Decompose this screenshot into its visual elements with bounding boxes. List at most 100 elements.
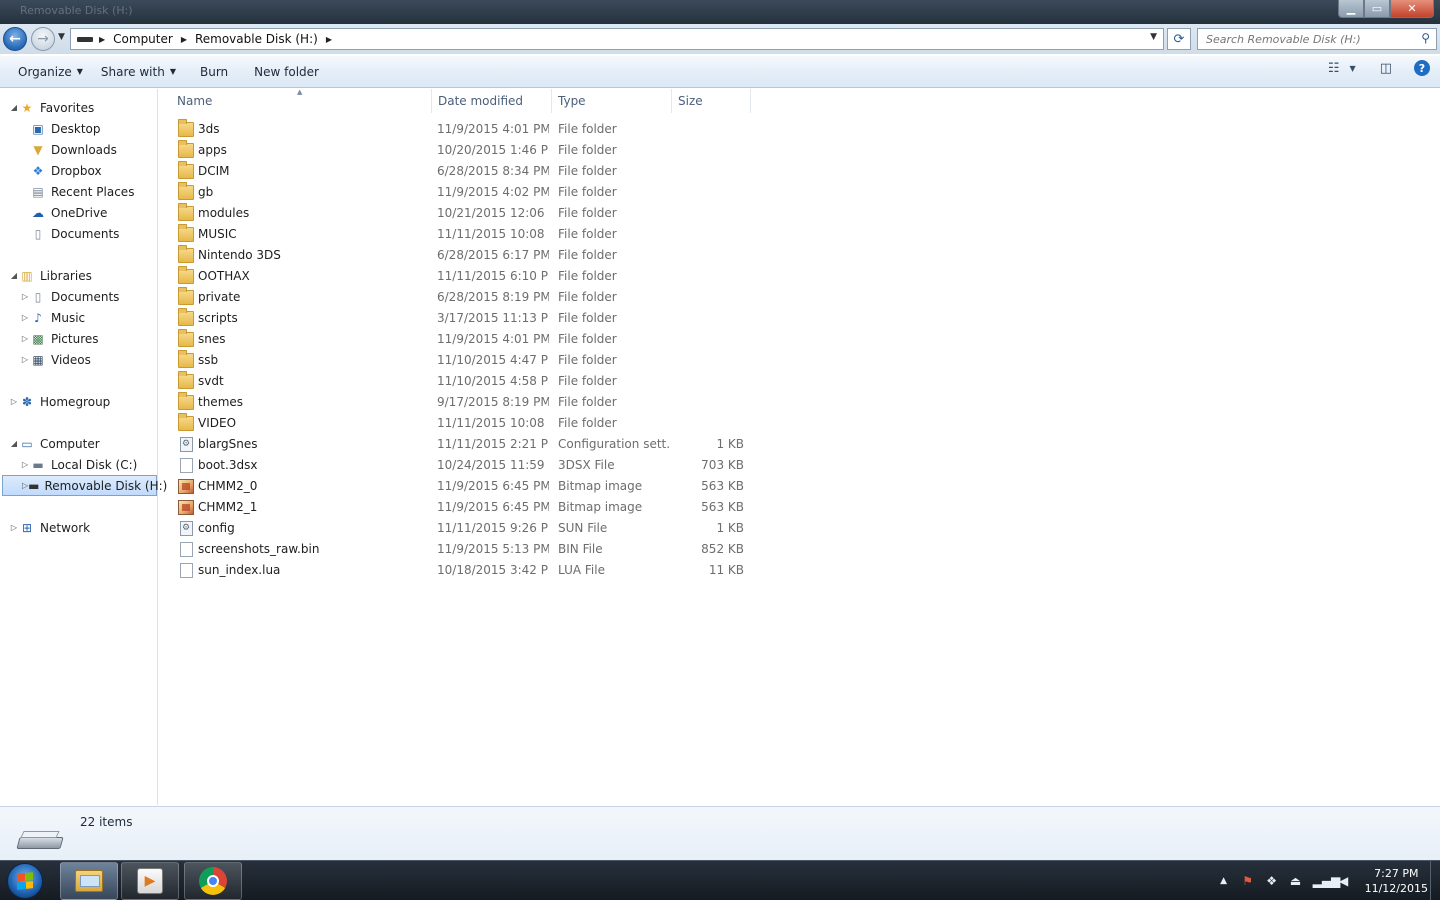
column-header-size[interactable]: Size	[672, 89, 751, 113]
file-name: ssb	[198, 353, 219, 367]
music-icon: ♪	[34, 310, 42, 325]
search-box[interactable]: ⚲	[1197, 28, 1437, 50]
file-row[interactable]: apps 10/20/2015 1:46 PM File folder	[172, 140, 752, 161]
column-header-type[interactable]: Type	[552, 89, 672, 113]
file-icon	[180, 542, 193, 557]
breadcrumb-computer[interactable]: Computer ▶	[113, 32, 195, 46]
nav-item-removable-disk-h[interactable]: ▷ ▬ Removable Disk (H:)	[2, 475, 167, 496]
nav-network[interactable]: ▷ ⊞ Network	[0, 517, 158, 538]
safely-remove-hardware-icon[interactable]: ⏏	[1289, 874, 1303, 888]
forward-button[interactable]: →	[31, 27, 55, 51]
nav-favorites[interactable]: ◢ ★ Favorites	[0, 97, 158, 118]
maximize-button[interactable]: ▭	[1364, 0, 1390, 18]
file-row[interactable]: DCIM 6/28/2015 8:34 PM File folder	[172, 161, 752, 182]
address-history-dropdown[interactable]: ▼	[1150, 32, 1157, 42]
nav-item-videos[interactable]: ▷ ▦ Videos	[0, 349, 158, 370]
collapsed-triangle-icon[interactable]: ▷	[9, 397, 19, 406]
burn-button[interactable]: Burn	[191, 60, 237, 84]
nav-libraries[interactable]: ◢ ▥ Libraries	[0, 265, 158, 286]
file-date-modified: 11/9/2015 4:02 PM	[437, 185, 549, 199]
window-title-bar[interactable]: Removable Disk (H:) ▁ ▭ ✕	[0, 0, 1440, 24]
file-row[interactable]: boot.3dsx 10/24/2015 11:59 ... 3DSX File 70…	[172, 455, 752, 476]
search-input[interactable]	[1198, 29, 1408, 49]
refresh-button[interactable]: ⟳	[1167, 28, 1191, 50]
file-row[interactable]: svdt 11/10/2015 4:58 PM File folder	[172, 371, 752, 392]
navigation-pane[interactable]: ◢ ★ Favorites ▣ Desktop ▼ Downloads ❖ Dr…	[0, 89, 167, 805]
taskbar-chrome-button[interactable]	[184, 862, 242, 900]
file-row[interactable]: blargSnes 11/11/2015 2:21 PM Configuration…	[172, 434, 752, 455]
file-row[interactable]: 3ds 11/9/2015 4:01 PM File folder	[172, 119, 752, 140]
volume-icon[interactable]: ◀	[1337, 874, 1351, 888]
file-row[interactable]: snes 11/9/2015 4:01 PM File folder	[172, 329, 752, 350]
homegroup-icon: ✽	[21, 394, 33, 409]
address-bar[interactable]: ▶ Computer ▶ Removable Disk (H:) ▶ ▼	[70, 28, 1164, 50]
expanded-triangle-icon[interactable]: ◢	[9, 439, 19, 448]
show-desktop-button[interactable]	[1430, 861, 1440, 900]
nav-item-music[interactable]: ▷ ♪ Music	[0, 307, 158, 328]
file-row[interactable]: scripts 3/17/2015 11:13 PM File folder	[172, 308, 752, 329]
nav-item-recent-places[interactable]: ▤ Recent Places	[0, 181, 158, 202]
search-icon[interactable]: ⚲	[1421, 31, 1430, 45]
onedrive-cloud-icon: ☁	[32, 205, 44, 220]
back-button[interactable]: ←	[3, 27, 27, 51]
nav-item-desktop[interactable]: ▣ Desktop	[0, 118, 158, 139]
nav-item-onedrive[interactable]: ☁ OneDrive	[0, 202, 158, 223]
taskbar-explorer-button[interactable]	[60, 862, 118, 900]
minimize-button[interactable]: ▁	[1338, 0, 1364, 18]
action-center-flag-icon[interactable]: ⚑	[1241, 874, 1255, 888]
new-folder-button[interactable]: New folder	[245, 60, 328, 84]
share-with-button[interactable]: Share with ▼	[92, 60, 185, 84]
expanded-triangle-icon[interactable]: ◢	[9, 271, 19, 280]
file-row[interactable]: screenshots_raw.bin 11/9/2015 5:13 PM BIN …	[172, 539, 752, 560]
collapsed-triangle-icon[interactable]: ▷	[20, 292, 30, 301]
file-row[interactable]: gb 11/9/2015 4:02 PM File folder	[172, 182, 752, 203]
network-signal-icon[interactable]: ▂▄▆	[1313, 874, 1341, 888]
nav-item-pictures[interactable]: ▷ ▩ Pictures	[0, 328, 158, 349]
recent-pages-dropdown[interactable]: ▼	[58, 32, 65, 42]
file-type: File folder	[558, 290, 617, 304]
clock[interactable]: 7:27 PM 11/12/2015	[1365, 866, 1428, 896]
file-name: gb	[198, 185, 214, 199]
file-row[interactable]: Nintendo 3DS 6/28/2015 6:17 PM File folder	[172, 245, 752, 266]
nav-item-downloads[interactable]: ▼ Downloads	[0, 139, 158, 160]
file-row[interactable]: MUSIC 11/11/2015 10:08 ... File folder	[172, 224, 752, 245]
start-button[interactable]	[7, 863, 43, 899]
file-row[interactable]: ssb 11/10/2015 4:47 PM File folder	[172, 350, 752, 371]
dropbox-tray-icon[interactable]: ❖	[1265, 874, 1279, 888]
file-row[interactable]: OOTHAX 11/11/2015 6:10 PM File folder	[172, 266, 752, 287]
file-row[interactable]: CHMM2_0 11/9/2015 6:45 PM Bitmap image 563 …	[172, 476, 752, 497]
change-view-icon[interactable]: ☷	[1328, 61, 1340, 76]
nav-computer[interactable]: ◢ ▭ Computer	[0, 433, 158, 454]
expanded-triangle-icon[interactable]: ◢	[9, 103, 19, 112]
column-header-date-modified[interactable]: Date modified	[432, 89, 552, 113]
organize-button[interactable]: Organize ▼	[9, 60, 92, 84]
show-hidden-icons-icon[interactable]: ▲	[1217, 876, 1231, 886]
close-button[interactable]: ✕	[1390, 0, 1434, 18]
nav-homegroup[interactable]: ▷ ✽ Homegroup	[0, 391, 158, 412]
file-row[interactable]: VIDEO 11/11/2015 10:08 ... File folder	[172, 413, 752, 434]
nav-item-local-disk-c[interactable]: ▷ ▬ Local Disk (C:)	[0, 454, 158, 475]
taskbar-media-player-button[interactable]: ▶	[121, 862, 179, 900]
file-row[interactable]: config 11/11/2015 9:26 PM SUN File 1 KB	[172, 518, 752, 539]
help-icon[interactable]: ?	[1414, 60, 1430, 76]
collapsed-triangle-icon[interactable]: ▷	[20, 334, 30, 343]
file-name: snes	[198, 332, 226, 346]
preview-pane-icon[interactable]: ◫	[1380, 61, 1392, 76]
breadcrumb-separator-root[interactable]: ▶	[99, 35, 113, 44]
file-row[interactable]: modules 10/21/2015 12:06 ... File folder	[172, 203, 752, 224]
collapsed-triangle-icon[interactable]: ▷	[20, 313, 30, 322]
file-row[interactable]: CHMM2_1 11/9/2015 6:45 PM Bitmap image 563 …	[172, 497, 752, 518]
collapsed-triangle-icon[interactable]: ▷	[9, 523, 19, 532]
new-folder-label: New folder	[254, 64, 319, 79]
nav-item-documents[interactable]: ▯ Documents	[0, 223, 158, 244]
file-row[interactable]: private 6/28/2015 8:19 PM File folder	[172, 287, 752, 308]
breadcrumb-removable-disk[interactable]: Removable Disk (H:) ▶	[195, 32, 340, 46]
file-row[interactable]: themes 9/17/2015 8:19 PM File folder	[172, 392, 752, 413]
collapsed-triangle-icon[interactable]: ▷	[20, 355, 30, 364]
nav-item-dropbox[interactable]: ❖ Dropbox	[0, 160, 158, 181]
file-row[interactable]: sun_index.lua 10/18/2015 3:42 PM LUA File 1…	[172, 560, 752, 581]
chevron-down-icon[interactable]: ▼	[1350, 64, 1356, 73]
file-size: 1 KB	[716, 521, 744, 535]
nav-item-lib-documents[interactable]: ▷ ▯ Documents	[0, 286, 158, 307]
collapsed-triangle-icon[interactable]: ▷	[20, 460, 30, 469]
